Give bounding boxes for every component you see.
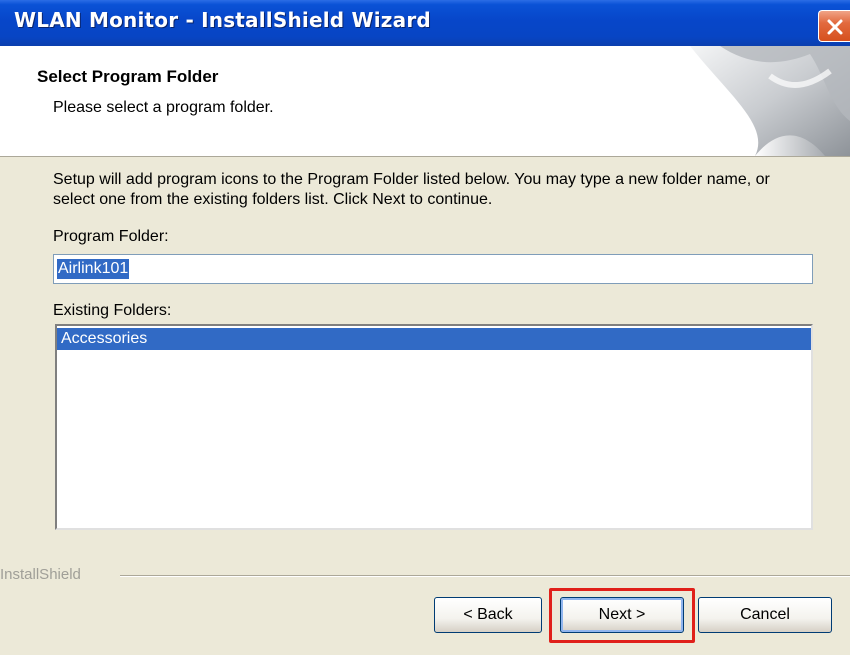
existing-folders-label: Existing Folders: [53,302,172,319]
cancel-button[interactable]: Cancel [698,597,832,633]
next-button[interactable]: Next > [560,597,684,633]
window-title: WLAN Monitor - InstallShield Wizard [14,8,431,32]
close-icon [827,19,843,35]
close-button[interactable] [818,10,850,42]
wizard-header: Select Program Folder Please select a pr… [0,46,850,157]
program-folder-input[interactable]: Airlink101 [53,254,813,284]
title-bar[interactable]: WLAN Monitor - InstallShield Wizard [0,0,850,46]
installshield-brand: InstallShield [0,566,81,583]
footer-divider [120,575,850,577]
page-subtitle: Please select a program folder. [53,99,274,116]
program-folder-value: Airlink101 [57,259,130,279]
instructions-text: Setup will add program icons to the Prog… [53,171,770,208]
back-button[interactable]: < Back [434,597,542,633]
installer-window: WLAN Monitor - InstallShield Wizard Sele… [0,0,850,655]
program-folder-label: Program Folder: [53,228,169,245]
page-title: Select Program Folder [37,67,219,86]
installshield-page-curl-icon [690,46,850,156]
existing-folders-list[interactable]: Accessories [55,324,813,530]
list-item[interactable]: Accessories [57,328,811,350]
